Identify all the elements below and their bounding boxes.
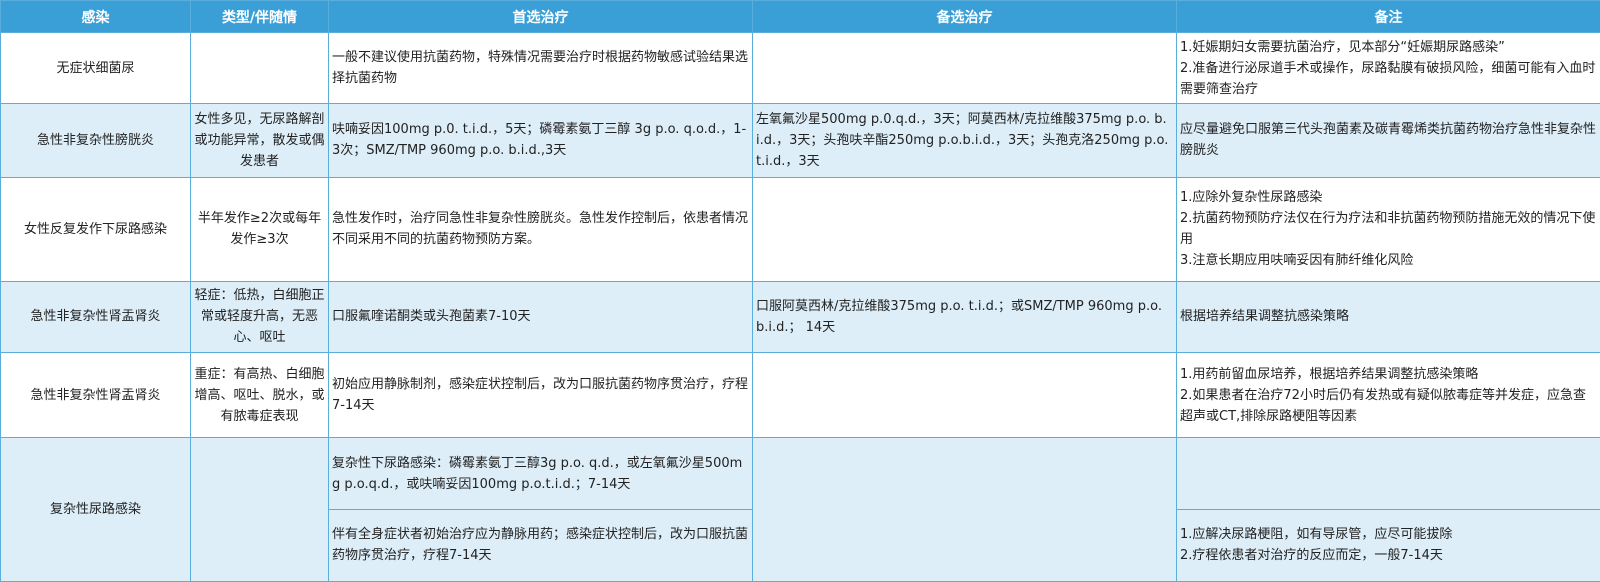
note-line: 根据培养结果调整抗感染策略 [1180,309,1350,325]
cell-notes: 根据培养结果调整抗感染策略 [1176,280,1600,353]
note-line: 1.妊娠期妇女需要抗菌治疗，见本部分“妊娠期尿路感染” [1180,39,1505,55]
cell-infection: 复杂性尿路感染 [0,437,191,582]
cell-preferred: 伴有全身症状者初始治疗应为静脉用药；感染症状控制后，改为口服抗菌药物序贯治疗，疗… [328,508,753,582]
note-line: 应尽量避免口服第三代头孢菌素及碳青霉烯类抗菌药物治疗急性非复杂性膀胱炎 [1180,122,1597,159]
cell-notes: 1.妊娠期妇女需要抗菌治疗，见本部分“妊娠期尿路感染” 2.准备进行泌尿道手术或… [1176,31,1600,105]
cell-notes: 应尽量避免口服第三代头孢菌素及碳青霉烯类抗菌药物治疗急性非复杂性膀胱炎 [1176,103,1600,178]
note-line: 2.如果患者在治疗72小时后仍有发热或有疑似脓毒症等并发症，应急查超声或CT,排… [1180,387,1586,424]
note-line: 3.注意长期应用呋喃妥因有肺纤维化风险 [1180,253,1414,269]
cell-infection: 急性非复杂性肾盂肾炎 [0,280,191,353]
cell-notes: 1.用药前留血尿培养，根据培养结果调整抗感染策略 2.如果患者在治疗72小时后仍… [1176,351,1600,439]
cell-type: 女性多见，无尿路解剖或功能异常，散发或偶发患者 [190,103,329,178]
cell-type: 重症：有高热、白细胞增高、呕吐、脱水，或有脓毒症表现 [190,351,329,439]
cell-infection: 无症状细菌尿 [0,31,191,105]
cell-infection: 急性非复杂性膀胱炎 [0,103,191,178]
header-notes: 备注 [1176,0,1600,33]
cell-type [190,437,329,582]
cell-preferred: 初始应用静脉制剂，感染症状控制后，改为口服抗菌药物序贯治疗，疗程7-14天 [328,351,753,439]
header-preferred: 首选治疗 [328,0,753,33]
note-line: 1.用药前留血尿培养，根据培养结果调整抗感染策略 [1180,366,1479,382]
header-row: 感染 类型/伴随情 首选治疗 备选治疗 备注 [0,0,1600,33]
cell-type: 半年发作≥2次或每年发作≥3次 [190,176,329,282]
cell-preferred: 复杂性下尿路感染：磷霉素氨丁三醇3g p.o. q.d.，或左氧氟沙星500mg… [328,437,753,510]
cell-alternative [752,437,1177,582]
cell-notes: 1.应解决尿路梗阻，如有导尿管，应尽可能拔除 2.疗程依患者对治疗的反应而定，一… [1176,508,1600,582]
note-line: 1.应除外复杂性尿路感染 [1180,190,1323,206]
header-infection: 感染 [0,0,191,33]
note-line: 2.抗菌药物预防疗法仅在行为疗法和非抗菌药物预防措施无效的情况下使用 [1180,211,1596,248]
cell-alternative [752,31,1177,105]
table-row: 无症状细菌尿 一般不建议使用抗菌药物，特殊情况需要治疗时根据药物敏感试验结果选择… [0,31,1600,105]
cell-notes [1176,437,1600,510]
table-row: 急性非复杂性膀胱炎 女性多见，无尿路解剖或功能异常，散发或偶发患者 呋喃妥因10… [0,103,1600,178]
cell-preferred: 一般不建议使用抗菌药物，特殊情况需要治疗时根据药物敏感试验结果选择抗菌药物 [328,31,753,105]
cell-infection: 女性反复发作下尿路感染 [0,176,191,282]
cell-type: 轻症：低热，白细胞正常或轻度升高，无恶心、呕吐 [190,280,329,353]
table-row: 女性反复发作下尿路感染 半年发作≥2次或每年发作≥3次 急性发作时，治疗同急性非… [0,176,1600,282]
cell-preferred: 急性发作时，治疗同急性非复杂性膀胱炎。急性发作控制后，依患者情况不同采用不同的抗… [328,176,753,282]
table-row: 急性非复杂性肾盂肾炎 轻症：低热，白细胞正常或轻度升高，无恶心、呕吐 口服氟喹诺… [0,280,1600,353]
cell-preferred: 呋喃妥因100mg p.0. t.i.d.，5天；磷霉素氨丁三醇 3g p.o.… [328,103,753,178]
note-line: 1.应解决尿路梗阻，如有导尿管，应尽可能拔除 [1180,527,1453,543]
note-line: 2.准备进行泌尿道手术或操作，尿路黏膜有破损风险，细菌可能有入血时需要筛查治疗 [1180,60,1596,97]
table-row: 复杂性尿路感染 复杂性下尿路感染：磷霉素氨丁三醇3g p.o. q.d.，或左氧… [0,437,1600,582]
cell-alternative: 口服阿莫西林/克拉维酸375mg p.o. t.i.d.；或SMZ/TMP 96… [752,280,1177,353]
table-row: 急性非复杂性肾盂肾炎 重症：有高热、白细胞增高、呕吐、脱水，或有脓毒症表现 初始… [0,351,1600,439]
note-line: 2.疗程依患者对治疗的反应而定，一般7-14天 [1180,548,1443,564]
cell-alternative [752,176,1177,282]
cell-infection: 急性非复杂性肾盂肾炎 [0,351,191,439]
header-alternative: 备选治疗 [752,0,1177,33]
header-type: 类型/伴随情 [190,0,329,33]
cell-alternative [752,351,1177,439]
cell-preferred: 口服氟喹诺酮类或头孢菌素7-10天 [328,280,753,353]
cell-alternative: 左氧氟沙星500mg p.0.q.d.，3天；阿莫西林/克拉维酸375mg p.… [752,103,1177,178]
treatment-table: 感染 类型/伴随情 首选治疗 备选治疗 备注 无症状细菌尿 一般不建议使用抗菌药… [0,0,1600,582]
cell-type [190,31,329,105]
cell-notes: 1.应除外复杂性尿路感染 2.抗菌药物预防疗法仅在行为疗法和非抗菌药物预防措施无… [1176,176,1600,282]
